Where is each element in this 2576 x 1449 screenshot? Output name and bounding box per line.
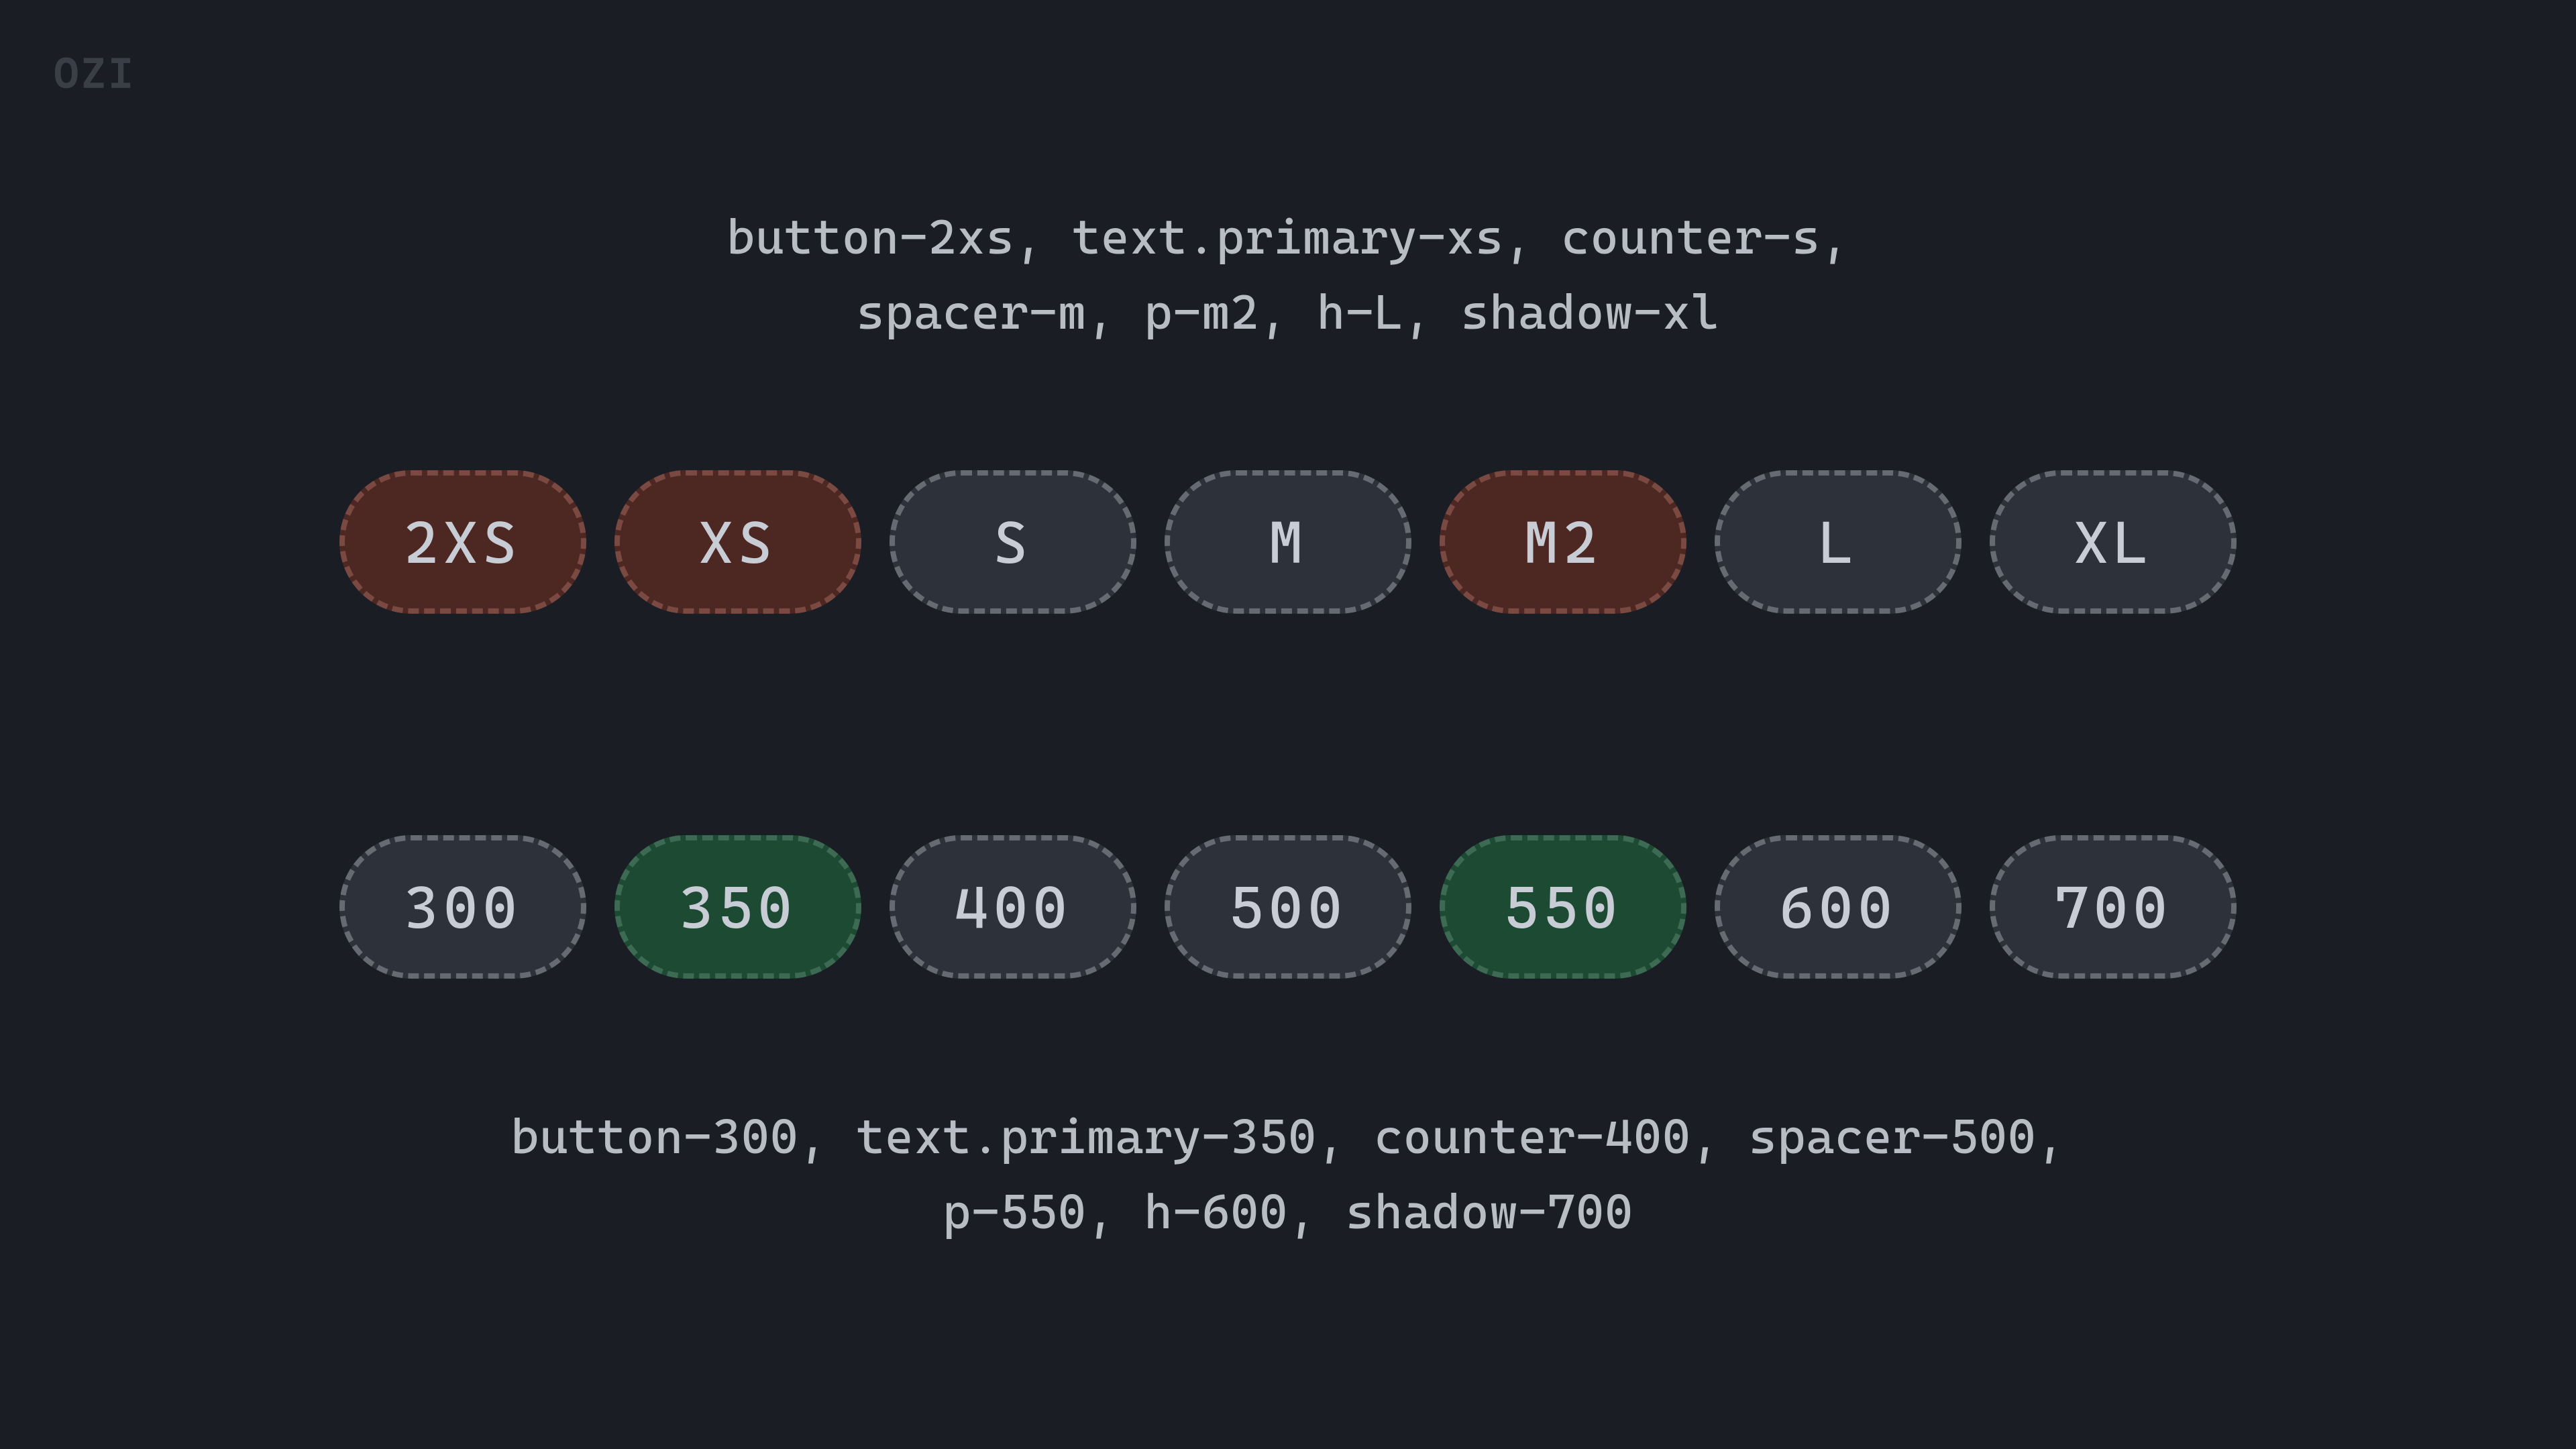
size-pill-row: 2XS XS S M M2 L XL	[339, 470, 2237, 614]
pill-xl: XL	[1990, 470, 2237, 614]
pill-400: 400	[890, 835, 1136, 979]
pill-700: 700	[1990, 835, 2237, 979]
bottom-label-line2: p-550, h-600, shadow-700	[511, 1175, 2065, 1250]
pill-xs: XS	[614, 470, 861, 614]
bottom-label: button-300, text.primary-350, counter-40…	[511, 1099, 2065, 1249]
pill-m2: M2	[1440, 470, 1686, 614]
pill-2xs: 2XS	[339, 470, 586, 614]
pill-300: 300	[339, 835, 586, 979]
pill-550: 550	[1440, 835, 1686, 979]
pill-s: S	[890, 470, 1136, 614]
top-label-line1: button-2xs, text.primary-xs, counter-s,	[727, 200, 1849, 275]
numeric-pill-row: 300 350 400 500 550 600 700	[339, 835, 2237, 979]
pill-m: M	[1165, 470, 1411, 614]
bottom-label-line1: button-300, text.primary-350, counter-40…	[511, 1099, 2065, 1175]
pill-500: 500	[1165, 835, 1411, 979]
logo: OZI	[54, 48, 136, 98]
top-label: button-2xs, text.primary-xs, counter-s, …	[727, 200, 1849, 350]
top-label-line2: spacer-m, p-m2, h-L, shadow-xl	[727, 274, 1849, 350]
main-content: button-2xs, text.primary-xs, counter-s, …	[0, 200, 2576, 1249]
pill-350: 350	[614, 835, 861, 979]
pill-600: 600	[1715, 835, 1962, 979]
pill-l: L	[1715, 470, 1962, 614]
